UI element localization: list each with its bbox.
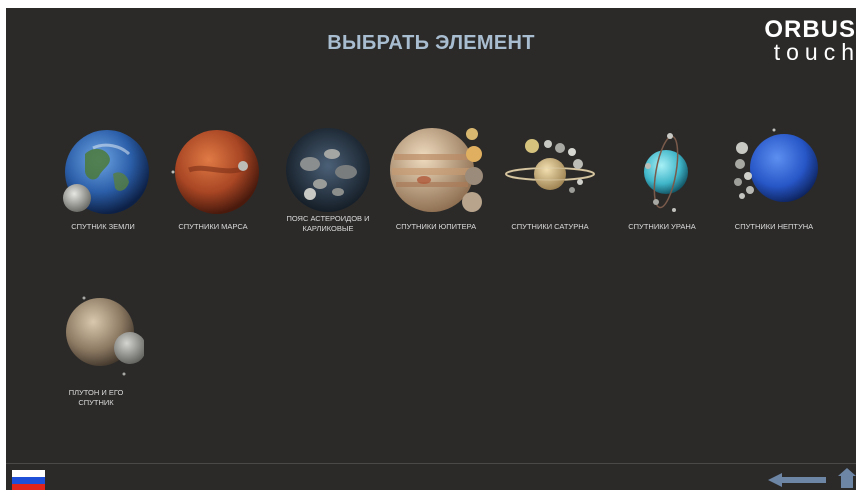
jupiter-moons-icon [390, 128, 483, 212]
tile-jupiter-moons[interactable]: СПУТНИКИ ЮПИТЕРА [384, 124, 488, 232]
home-icon[interactable] [838, 468, 856, 488]
mars-moons-icon [171, 130, 259, 214]
saturn-moons-icon [505, 139, 595, 193]
pluto-charon-icon [66, 296, 144, 376]
tile-uranus-moons[interactable]: СПУТНИКИ УРАНА [610, 124, 714, 232]
uranus-moons-icon [644, 133, 688, 212]
tile-mars-moons[interactable]: СПУТНИКИ МАРСА [161, 124, 265, 232]
tile-earth-moon[interactable]: СПУТНИК ЗЕМЛИ [51, 124, 155, 232]
tile-label: СПУТНИКИ САТУРНА [511, 222, 589, 231]
tile-label: ПЛУТОН И ЕГО СПУТНИК [68, 388, 124, 407]
neptune-moons-icon [734, 128, 818, 202]
app-screen: ВЫБРАТЬ ЭЛЕМЕНТ ORBUS touch СПУТНИК ЗЕМЛ… [6, 8, 856, 490]
tile-neptune-moons[interactable]: СПУТНИКИ НЕПТУНА [722, 124, 826, 232]
page-title: ВЫБРАТЬ ЭЛЕМЕНТ [327, 32, 535, 54]
earth-moon-icon [63, 130, 149, 214]
tile-label: ПОЯС АСТЕРОИДОВ И КАРЛИКОВЫЕ [286, 214, 370, 233]
tile-label: СПУТНИКИ НЕПТУНА [734, 222, 814, 231]
flag-stripe-blue [12, 477, 45, 484]
tile-label: СПУТНИКИ УРАНА [628, 222, 696, 231]
tile-label: СПУТНИКИ ЮПИТЕРА [395, 222, 477, 231]
tile-asteroid-belt[interactable]: ПОЯС АСТЕРОИДОВ И КАРЛИКОВЫЕ [276, 124, 380, 234]
logo-line-2: touch [773, 39, 856, 65]
tile-label: СПУТНИКИ МАРСА [178, 222, 248, 231]
back-arrow-icon[interactable] [768, 472, 826, 488]
tile-label: СПУТНИК ЗЕМЛИ [71, 222, 135, 231]
tile-saturn-moons[interactable]: СПУТНИКИ САТУРНА [498, 124, 602, 232]
tile-pluto-charon[interactable]: ПЛУТОН И ЕГО СПУТНИК [44, 292, 148, 408]
asteroid-belt-icon [286, 128, 370, 212]
flag-stripe-white [12, 470, 45, 477]
bottom-bar [6, 463, 856, 490]
flag-stripe-red [12, 484, 45, 490]
orbus-touch-logo: ORBUS touch [746, 18, 856, 65]
russia-flag-icon[interactable] [12, 470, 45, 490]
